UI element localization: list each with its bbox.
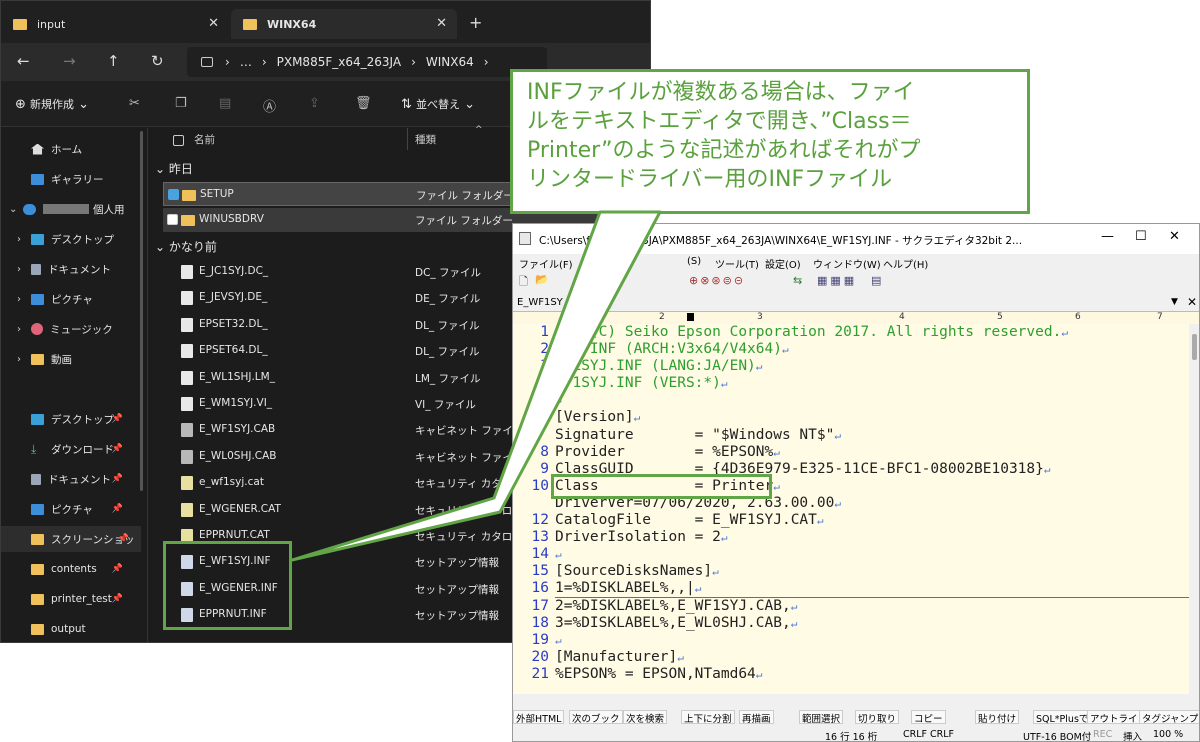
screenshot-stage: { "explorer": { "tabs": [{"label": "inpu… xyxy=(0,0,1200,742)
callout-tail xyxy=(290,210,662,562)
callout-pointer xyxy=(290,210,662,562)
